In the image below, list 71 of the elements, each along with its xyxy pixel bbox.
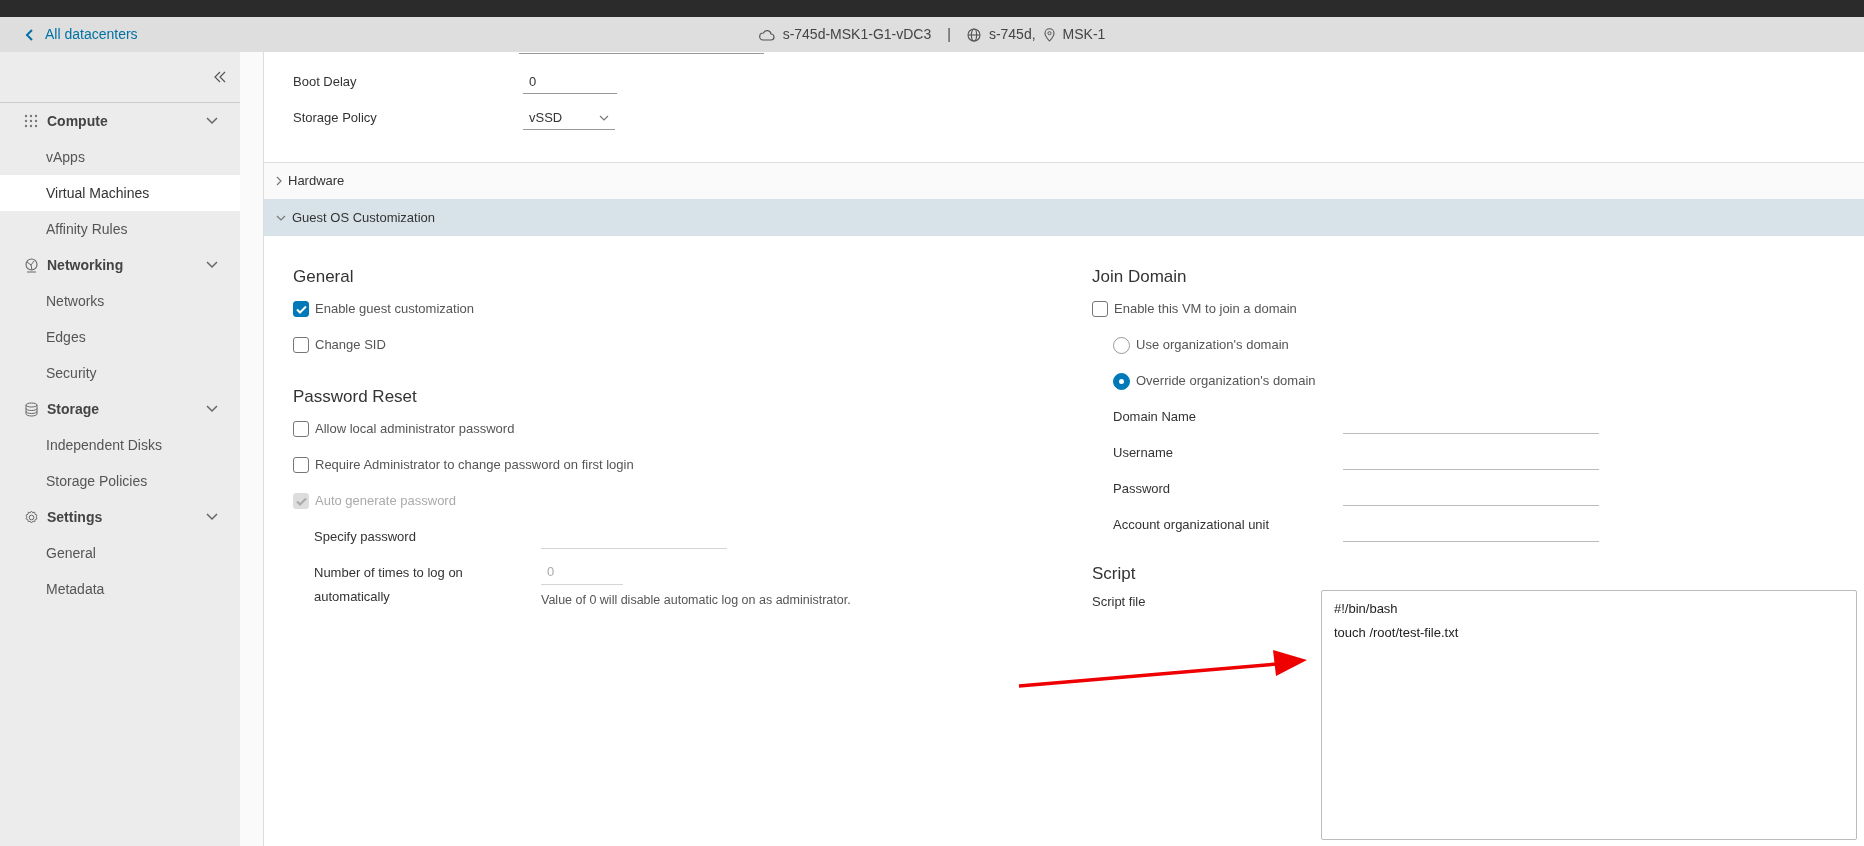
- sidebar-group-label: Storage: [47, 399, 101, 419]
- sidebar-item[interactable]: Networks: [0, 283, 240, 319]
- field-label: Boot Delay: [293, 73, 358, 92]
- sidebar-item[interactable]: General: [0, 535, 240, 571]
- separator: |: [947, 25, 951, 44]
- sidebar-item[interactable]: Virtual Machines: [0, 175, 240, 211]
- field-label: Password: [1113, 480, 1172, 499]
- field-label: Account organizational unit: [1113, 516, 1271, 535]
- sidebar-group-label: Compute: [47, 111, 109, 131]
- checkbox[interactable]: [1092, 301, 1108, 317]
- sidebar-item[interactable]: Storage Policies: [0, 463, 240, 499]
- double-chevron-left-icon: [214, 71, 226, 83]
- checkmark-icon: [295, 304, 307, 314]
- sidebar-group-label: Settings: [47, 507, 104, 527]
- field-label: Specify password: [314, 528, 417, 546]
- cloud-icon: [758, 28, 775, 41]
- section-title: General: [293, 268, 355, 285]
- location-name: MSK-1: [1062, 25, 1106, 44]
- field-label: Domain Name: [1113, 408, 1198, 427]
- globe-icon: [24, 257, 39, 273]
- section-header[interactable]: Guest OS Customization: [264, 199, 1864, 236]
- back-link[interactable]: All datacenters: [25, 24, 138, 45]
- radio-option[interactable]: Use organization's domain: [1092, 327, 1864, 363]
- field-label: Username: [1113, 444, 1174, 463]
- section-title: Password Reset: [293, 388, 418, 405]
- checkbox-option[interactable]: Enable this VM to join a domain: [1092, 291, 1864, 327]
- chevron-icon: [276, 214, 286, 221]
- sidebar-group-header[interactable]: Networking: [0, 247, 240, 283]
- sidebar-item[interactable]: Security: [0, 355, 240, 391]
- grid-icon: [24, 113, 39, 129]
- sidebar-item[interactable]: Independent Disks: [0, 427, 240, 463]
- sidebar-group-header[interactable]: Settings: [0, 499, 240, 535]
- chevron-icon: [599, 114, 609, 121]
- database-icon: [24, 401, 39, 417]
- field-label: Number of times to log on automatically: [314, 564, 464, 606]
- sidebar-group-header[interactable]: Compute: [0, 103, 240, 139]
- location-pin-icon: [1043, 27, 1055, 42]
- org-name: s-745d,: [988, 25, 1036, 44]
- field-label: Storage Policy: [293, 109, 378, 128]
- checkmark-icon: [295, 496, 307, 506]
- radio-option[interactable]: Override organization's domain: [1092, 363, 1864, 399]
- checkbox[interactable]: [293, 421, 309, 437]
- sidebar-item[interactable]: Metadata: [0, 571, 240, 607]
- field-label: Script file: [1092, 593, 1146, 611]
- checkbox-option[interactable]: Enable guest customization: [293, 291, 1092, 327]
- checkbox-option[interactable]: Require Administrator to change password on first login: [293, 447, 1092, 483]
- sidebar-item[interactable]: vApps: [0, 139, 240, 175]
- hint-text: Value of 0 will disable automatic log on as administrator.: [541, 592, 851, 609]
- radio-button[interactable]: [1113, 372, 1130, 390]
- collapse-sidebar-button[interactable]: [214, 71, 226, 83]
- sidebar-item[interactable]: Edges: [0, 319, 240, 355]
- sidebar-group-header[interactable]: Storage: [0, 391, 240, 427]
- checkbox[interactable]: [293, 301, 309, 317]
- checkbox[interactable]: [293, 337, 309, 353]
- chevron-icon: [276, 176, 282, 186]
- radio-button[interactable]: [1113, 336, 1130, 354]
- section-title: Join Domain: [1092, 268, 1188, 285]
- select-field[interactable]: vSSD: [523, 106, 615, 130]
- sidebar-item[interactable]: Affinity Rules: [0, 211, 240, 247]
- back-icon: [25, 28, 33, 41]
- script-field[interactable]: #!/bin/bash touch /root/test-file.txt: [1321, 590, 1857, 840]
- datacenter-name: s-745d-MSK1-G1-vDC3: [782, 25, 932, 44]
- settings-icon: [24, 509, 39, 525]
- sidebar-group-label: Networking: [47, 255, 125, 275]
- section-header[interactable]: Hardware: [264, 162, 1864, 199]
- checkbox[interactable]: [293, 457, 309, 473]
- globe-icon: [966, 27, 981, 42]
- checkbox-option[interactable]: Allow local administrator password: [293, 411, 1092, 447]
- checkbox-option[interactable]: Change SID: [293, 327, 1092, 363]
- input-field[interactable]: 0: [523, 69, 617, 95]
- section-title: Script: [1092, 565, 1137, 582]
